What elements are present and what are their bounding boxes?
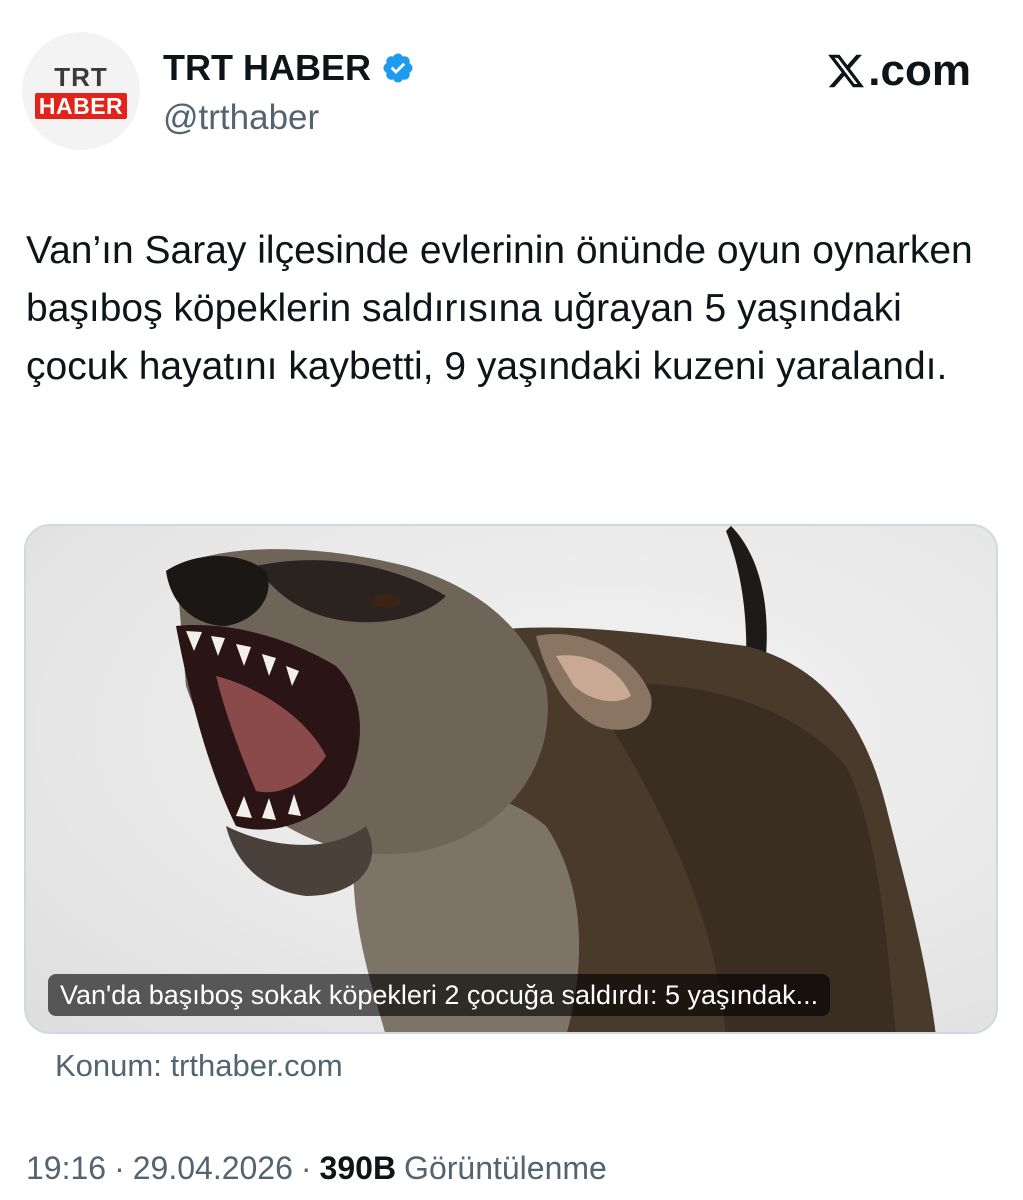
- display-name[interactable]: TRT HABER: [163, 47, 371, 89]
- avatar-logo-top: TRT: [54, 61, 108, 92]
- account-handle[interactable]: @trthaber: [163, 98, 319, 138]
- separator-dot: ·: [114, 1150, 125, 1186]
- separator-dot: ·: [300, 1150, 312, 1186]
- view-count[interactable]: 390B: [320, 1150, 397, 1187]
- x-site-domain: .com: [868, 46, 971, 95]
- tweet-metadata: 19:16 · 29.04.2026 · 390B Görüntülenme: [26, 1150, 607, 1187]
- link-preview-caption: Van'da başıboş sokak köpekleri 2 çocuğa …: [48, 974, 831, 1016]
- view-count-label: Görüntülenme: [404, 1150, 607, 1186]
- tweet-date[interactable]: 29.04.2026: [133, 1150, 293, 1187]
- x-site-label: .com: [826, 46, 971, 96]
- link-preview-card[interactable]: Van'da başıboş sokak köpekleri 2 çocuğa …: [24, 524, 998, 1034]
- x-logo-icon: [828, 54, 865, 88]
- avatar-logo-bottom: HABER: [34, 92, 128, 119]
- dog-photo: [166, 526, 936, 1032]
- link-source[interactable]: Konum: trthaber.com: [55, 1048, 343, 1084]
- tweet-time[interactable]: 19:16: [26, 1150, 106, 1187]
- display-name-row: TRT HABER: [163, 44, 415, 92]
- verified-badge-icon: [383, 53, 413, 83]
- account-avatar[interactable]: TRT HABER: [22, 32, 140, 150]
- tweet-text: Van’ın Saray ilçesinde evlerinin önünde …: [26, 229, 973, 388]
